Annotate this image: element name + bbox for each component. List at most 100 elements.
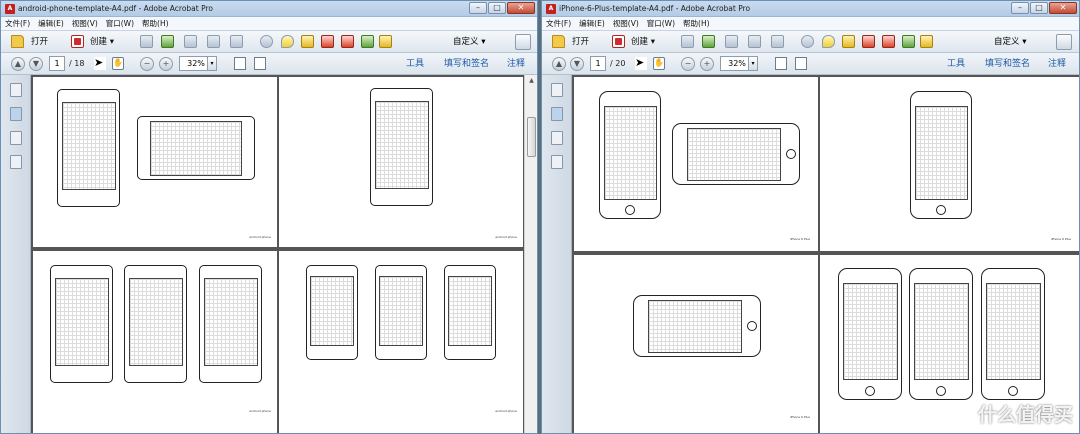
zoom-out-icon[interactable]: − [140, 57, 154, 71]
hand-tool-icon[interactable]: ✋ [653, 57, 665, 70]
maximize-button[interactable]: □ [1030, 2, 1048, 14]
menu-view[interactable]: 视图(V) [68, 17, 102, 31]
menu-help[interactable]: 帮助(H) [138, 17, 173, 31]
menu-edit[interactable]: 编辑(E) [575, 17, 609, 31]
signatures-icon[interactable] [10, 155, 22, 169]
select-cursor-icon[interactable]: ➤ [635, 57, 647, 70]
menu-window[interactable]: 窗口(W) [643, 17, 679, 31]
redact-icon[interactable] [882, 35, 895, 48]
customize-dropdown[interactable]: 自定义 ▾ [453, 35, 485, 49]
document-view[interactable]: android phone android phone android phon… [31, 75, 525, 433]
iphone-portrait [910, 91, 972, 219]
customize-dropdown[interactable]: 自定义 ▾ [994, 35, 1026, 49]
hand-tool-icon[interactable]: ✋ [112, 57, 124, 70]
edit-icon[interactable] [748, 35, 761, 48]
comment-icon[interactable] [281, 35, 294, 48]
acrobat-window-android[interactable]: A android-phone-template-A4.pdf - Adobe … [0, 0, 538, 434]
export-icon[interactable] [361, 35, 374, 48]
comment-link[interactable]: 注释 [507, 57, 525, 71]
settings-gear-icon[interactable] [801, 35, 814, 48]
highlight-icon[interactable] [842, 35, 855, 48]
highlight-icon[interactable] [301, 35, 314, 48]
prev-page-icon[interactable]: ▲ [11, 57, 25, 71]
menu-help[interactable]: 帮助(H) [679, 17, 714, 31]
select-cursor-icon[interactable]: ➤ [94, 57, 106, 70]
close-button[interactable]: ✕ [1049, 2, 1077, 14]
tools-link[interactable]: 工具 [947, 57, 965, 71]
prev-page-icon[interactable]: ▲ [552, 57, 566, 71]
page-number-input[interactable]: 1 [590, 56, 606, 71]
sign-icon[interactable] [920, 35, 933, 48]
comment-icon[interactable] [822, 35, 835, 48]
page-thumbnails-icon[interactable] [10, 83, 22, 97]
open-button[interactable]: 打开 [572, 34, 589, 50]
save-icon[interactable] [140, 35, 153, 48]
bookmarks-icon[interactable] [551, 107, 563, 121]
fill-sign-link[interactable]: 填写和签名 [985, 57, 1030, 71]
scroll-thumb[interactable] [527, 117, 536, 157]
print-icon[interactable] [725, 35, 738, 48]
email-icon[interactable] [230, 35, 243, 48]
minimize-button[interactable]: – [469, 2, 487, 14]
create-pdf-icon[interactable] [71, 35, 84, 48]
export-icon[interactable] [902, 35, 915, 48]
bookmarks-icon[interactable] [10, 107, 22, 121]
zoom-in-icon[interactable]: + [159, 57, 173, 71]
cloud-upload-icon[interactable] [161, 35, 174, 48]
zoom-out-icon[interactable]: − [681, 57, 695, 71]
print-icon[interactable] [184, 35, 197, 48]
vertical-scrollbar[interactable]: ▲ [524, 75, 537, 433]
delete-page-icon[interactable] [862, 35, 875, 48]
menu-view[interactable]: 视图(V) [609, 17, 643, 31]
fullscreen-icon[interactable] [254, 57, 266, 70]
attachments-icon[interactable] [551, 131, 563, 145]
open-button[interactable]: 打开 [31, 34, 48, 50]
expand-icon[interactable] [1056, 34, 1072, 50]
maximize-button[interactable]: □ [488, 2, 506, 14]
pdf-page: iPhone 6 Plus [820, 77, 1079, 251]
menu-file[interactable]: 文件(F) [1, 17, 34, 31]
delete-page-icon[interactable] [321, 35, 334, 48]
zoom-dropdown[interactable]: ▾ [207, 56, 217, 71]
home-button-icon [625, 205, 635, 215]
edit-icon[interactable] [207, 35, 220, 48]
expand-icon[interactable] [515, 34, 531, 50]
sign-icon[interactable] [379, 35, 392, 48]
attachments-icon[interactable] [10, 131, 22, 145]
cloud-upload-icon[interactable] [702, 35, 715, 48]
page-thumbnails-icon[interactable] [551, 83, 563, 97]
email-icon[interactable] [771, 35, 784, 48]
create-pdf-icon[interactable] [612, 35, 625, 48]
fullscreen-icon[interactable] [795, 57, 807, 70]
zoom-dropdown[interactable]: ▾ [748, 56, 758, 71]
save-icon[interactable] [681, 35, 694, 48]
create-button[interactable]: 创建 ▾ [631, 34, 655, 50]
close-button[interactable]: ✕ [507, 2, 535, 14]
iphone-portrait [909, 268, 973, 400]
settings-gear-icon[interactable] [260, 35, 273, 48]
minimize-button[interactable]: – [1011, 2, 1029, 14]
open-folder-icon[interactable] [11, 35, 24, 48]
document-view[interactable]: iPhone 6 Plus iPhone 6 Plus iPhone 6 Plu… [572, 75, 1079, 433]
title-bar[interactable]: A iPhone-6-Plus-template-A4.pdf - Adobe … [542, 1, 1079, 17]
acrobat-window-iphone[interactable]: A iPhone-6-Plus-template-A4.pdf - Adobe … [541, 0, 1080, 434]
fit-page-icon[interactable] [234, 57, 246, 70]
open-folder-icon[interactable] [552, 35, 565, 48]
menu-edit[interactable]: 编辑(E) [34, 17, 68, 31]
next-page-icon[interactable]: ▼ [570, 57, 584, 71]
page-number-input[interactable]: 1 [49, 56, 65, 71]
menu-file[interactable]: 文件(F) [542, 17, 575, 31]
fill-sign-link[interactable]: 填写和签名 [444, 57, 489, 71]
comment-link[interactable]: 注释 [1048, 57, 1066, 71]
title-bar[interactable]: A android-phone-template-A4.pdf - Adobe … [1, 1, 537, 17]
create-button[interactable]: 创建 ▾ [90, 34, 114, 50]
page-total: / 20 [610, 59, 626, 68]
tools-link[interactable]: 工具 [406, 57, 424, 71]
redact-icon[interactable] [341, 35, 354, 48]
signatures-icon[interactable] [551, 155, 563, 169]
next-page-icon[interactable]: ▼ [29, 57, 43, 71]
menu-window[interactable]: 窗口(W) [102, 17, 138, 31]
scroll-up-icon[interactable]: ▲ [525, 75, 537, 87]
fit-page-icon[interactable] [775, 57, 787, 70]
zoom-in-icon[interactable]: + [700, 57, 714, 71]
